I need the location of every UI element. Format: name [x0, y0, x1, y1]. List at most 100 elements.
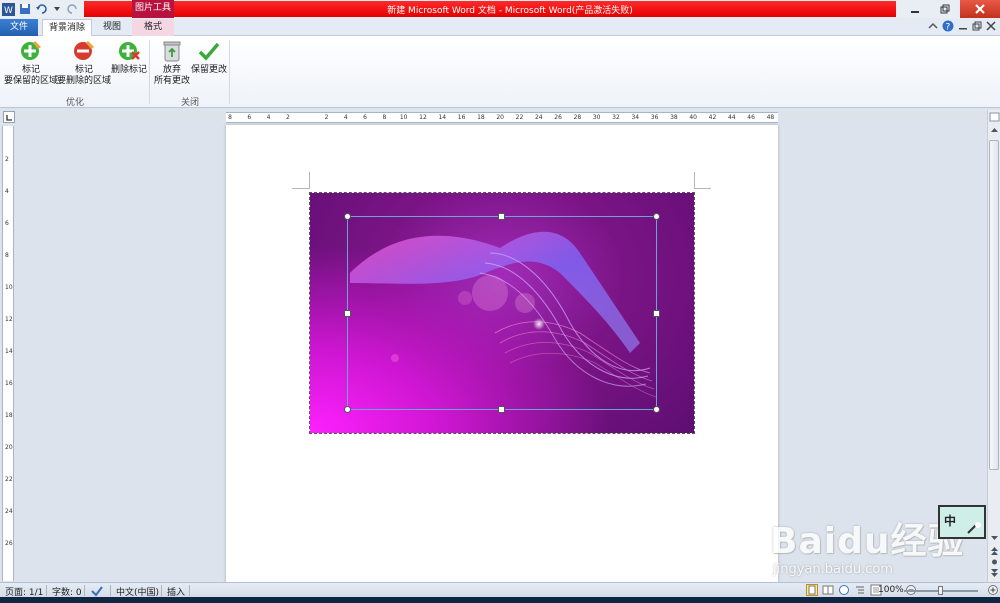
vertical-ruler[interactable]: 2 4 6 8 10 12 14 16 18 20 22 24 26 — [2, 126, 14, 581]
help-icon[interactable]: ? — [942, 20, 954, 32]
plus-pencil-icon — [21, 41, 41, 60]
ruler-tick-label: 14 — [5, 348, 13, 355]
delete-mark-button[interactable]: 删除标记 — [111, 39, 147, 76]
mark-keep-label-2: 要保留的区域 — [4, 76, 59, 86]
restore-icon — [940, 4, 950, 14]
discard-label-2: 所有更改 — [154, 76, 191, 86]
discard-changes-button[interactable]: 放弃 所有更改 — [154, 39, 190, 87]
ruler-tick-label: 4 — [5, 188, 9, 195]
keep-changes-button[interactable]: 保留更改 — [191, 39, 227, 76]
resize-handle[interactable] — [498, 406, 505, 413]
ruler-tick-label: 12 — [5, 316, 13, 323]
resize-handle[interactable] — [653, 213, 660, 220]
scroll-thumb[interactable] — [989, 140, 999, 470]
taskbar-edge — [0, 597, 1000, 603]
horizontal-ruler[interactable]: 8 6 4 2 2 4 6 8 10 12 14 16 18 20 22 24 26 28 30 32 34 36 38 40… — [226, 112, 778, 123]
full-screen-reading-icon[interactable] — [822, 584, 834, 596]
margin-corner-mark — [309, 172, 310, 189]
ruler-tick-label: 16 — [457, 114, 466, 121]
group-separator — [229, 40, 230, 104]
checkmark-icon — [198, 42, 220, 61]
ime-toolbar[interactable]: 中 — [938, 505, 986, 539]
ruler-tick-label: 44 — [727, 114, 736, 121]
collapse-ribbon-icon[interactable] — [928, 21, 938, 31]
keep-region-marquee[interactable] — [347, 216, 657, 410]
ruler-tick-label: 36 — [650, 114, 659, 121]
mark-remove-label-2: 要删除的区域 — [57, 76, 112, 86]
group-label-refine: 优化 — [65, 98, 84, 108]
proofing-icon[interactable] — [90, 585, 104, 597]
print-layout-view-icon[interactable] — [806, 584, 818, 596]
status-separator — [84, 585, 85, 596]
close-button[interactable] — [960, 0, 1000, 18]
ruler-tick-label: 4 — [266, 114, 271, 121]
ruler-tick-label: 26 — [554, 114, 562, 121]
ribbon-tabs: 文件 背景消除 视图 格式 ? — [0, 18, 1000, 36]
svg-text:W: W — [4, 6, 13, 16]
ruler-tick-label: 18 — [477, 114, 485, 121]
ruler-tick-label: 6 — [247, 114, 252, 121]
status-separator — [46, 585, 47, 596]
ruler-tick-label: 40 — [689, 114, 697, 121]
zoom-level[interactable]: 100% — [878, 585, 904, 595]
ruler-toggle-icon[interactable] — [989, 112, 1000, 122]
web-layout-icon[interactable] — [838, 584, 850, 596]
ruler-tick-label: 32 — [612, 114, 620, 121]
mark-remove-button[interactable]: 标记 要删除的区域 — [57, 39, 111, 87]
ruler-tick-label: 10 — [399, 114, 408, 121]
ruler-tick-label: 22 — [515, 114, 524, 121]
margin-corner-mark — [694, 172, 695, 189]
margin-corner-mark — [292, 188, 309, 189]
delete-mark-label: 删除标记 — [111, 65, 148, 75]
doc-restore-icon[interactable] — [972, 21, 982, 31]
scroll-up-icon[interactable] — [989, 126, 1000, 134]
resize-handle[interactable] — [653, 406, 660, 413]
tab-file[interactable]: 文件 — [0, 19, 38, 36]
zoom-slider-thumb[interactable] — [938, 586, 943, 595]
zoom-in-icon[interactable] — [988, 585, 998, 595]
resize-handle[interactable] — [344, 406, 351, 413]
ruler-tick-label: 30 — [592, 114, 601, 121]
discard-label-1: 放弃 — [163, 65, 182, 75]
redo-icon[interactable] — [66, 3, 79, 16]
save-icon[interactable] — [18, 3, 31, 16]
close-icon — [975, 4, 985, 14]
ruler-tick-label: 8 — [228, 114, 232, 121]
ruler-tick-label: 4 — [343, 114, 348, 121]
tab-format[interactable]: 格式 — [132, 19, 174, 36]
minus-pencil-icon — [74, 41, 94, 60]
minimize-icon — [911, 11, 919, 13]
view-buttons — [806, 584, 882, 596]
tab-view[interactable]: 视图 — [94, 19, 130, 36]
ribbon-right-controls: ? — [928, 20, 996, 32]
svg-text:?: ? — [946, 23, 951, 33]
ruler-tick-label: 48 — [766, 114, 775, 121]
ribbon: 标记 要保留的区域 标记 要删除的区域 删除标记 优化 放弃 所有更改 保留更改… — [0, 36, 1000, 108]
undo-icon[interactable] — [34, 3, 47, 16]
resize-handle[interactable] — [498, 213, 505, 220]
mark-keep-label-1: 标记 — [22, 65, 41, 75]
ruler-tick-label: 34 — [631, 114, 640, 121]
minimize-button[interactable] — [900, 0, 930, 18]
restore-button[interactable] — [930, 0, 960, 18]
doc-close-icon[interactable] — [986, 21, 996, 31]
mark-remove-label-1: 标记 — [75, 65, 94, 75]
tab-background-removal[interactable]: 背景消除 — [42, 19, 92, 36]
tab-selector-icon[interactable] — [3, 111, 15, 123]
ruler-tick-label: 20 — [496, 114, 504, 121]
ruler-tick-label: 8 — [5, 252, 9, 259]
mark-keep-button[interactable]: 标记 要保留的区域 — [4, 39, 58, 87]
ime-settings-icon[interactable] — [966, 521, 982, 535]
resize-handle[interactable] — [653, 310, 660, 317]
resize-handle[interactable] — [344, 310, 351, 317]
window-title: 新建 Microsoft Word 文档 - Microsoft Word(产品… — [387, 6, 633, 16]
group-separator — [149, 40, 150, 104]
word-app-icon[interactable]: W — [2, 2, 15, 16]
outline-view-icon[interactable] — [854, 584, 866, 596]
chevron-down-icon[interactable] — [50, 3, 63, 16]
doc-minimize-icon[interactable] — [958, 21, 968, 31]
margin-corner-mark — [694, 188, 711, 189]
window-controls — [900, 0, 1000, 18]
resize-handle[interactable] — [344, 213, 351, 220]
ruler-tick-label: 28 — [573, 114, 582, 121]
